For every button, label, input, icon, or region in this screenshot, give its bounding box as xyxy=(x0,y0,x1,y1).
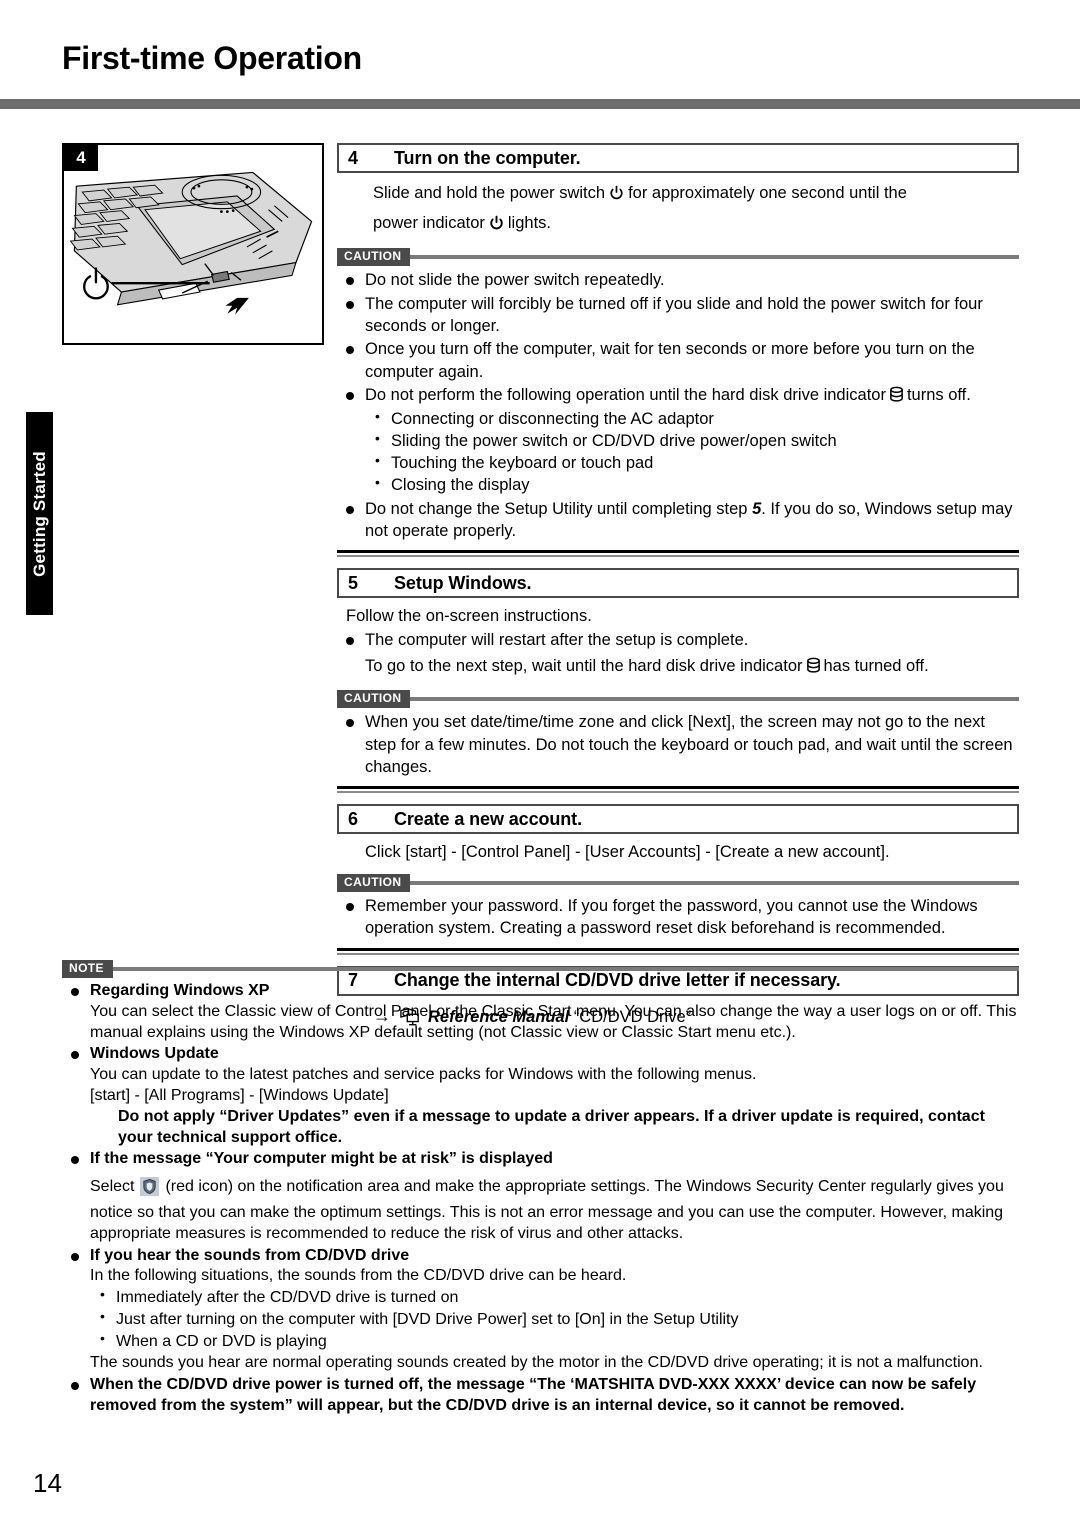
step-header-5: 5 Setup Windows. xyxy=(337,568,1019,599)
step4-intro-c: power indicator xyxy=(373,213,485,232)
header-divider xyxy=(0,99,1080,109)
step4-intro-a: Slide and hold the power switch xyxy=(373,184,606,202)
chapter-tab-getting-started: Getting Started xyxy=(26,412,53,615)
list-item-setup-utility: Do not change the Setup Utility until co… xyxy=(337,498,1019,543)
note-item-matshita-message: When the CD/DVD drive power is turned of… xyxy=(62,1375,1019,1417)
caution-label: CAUTION xyxy=(337,874,411,892)
laptop-power-switch-illustration xyxy=(69,171,313,315)
setup-util-step-ref: 5 xyxy=(752,499,762,518)
caution-rule xyxy=(337,255,1019,260)
list-item: Do not slide the power switch repeatedly… xyxy=(337,269,1019,291)
select-suffix: (red icon) on the notification area and … xyxy=(90,1178,1004,1242)
step6-caution-list: Remember your password. If you forget th… xyxy=(337,895,1019,940)
sub-list-item: Sliding the power switch or CD/DVD drive… xyxy=(365,429,1019,453)
step5-note: To go to the next step, wait until the h… xyxy=(337,655,1019,682)
note-paragraph: Select (red icon) on the notification are… xyxy=(90,1177,1019,1244)
step-header-6: 6 Create a new account. xyxy=(337,804,1019,835)
section-divider-step6 xyxy=(337,947,1019,955)
setup-util-a: Do not change the Setup Utility until co… xyxy=(365,499,748,518)
sub-list-item: Touching the keyboard or touch pad xyxy=(365,451,1019,475)
note-menu-path: [start] - [All Programs] - [Windows Upda… xyxy=(90,1086,389,1104)
page-title: First-time Operation xyxy=(62,40,362,76)
sub-list-item: Closing the display xyxy=(365,473,1019,497)
list-item: The computer will restart after the setu… xyxy=(337,629,1019,651)
note-heading: Regarding Windows XP xyxy=(90,982,270,999)
caution-bar-step6: CAUTION xyxy=(337,874,1019,892)
sub-list-item: Immediately after the CD/DVD drive is tu… xyxy=(90,1285,1019,1309)
step-number: 5 xyxy=(348,572,359,593)
step4-intro-d: lights. xyxy=(507,213,551,232)
caution-label: CAUTION xyxy=(337,690,411,709)
step-number: 6 xyxy=(348,808,359,829)
hard-disk-drive-indicator-icon xyxy=(889,386,904,409)
caution-label: CAUTION xyxy=(337,248,411,267)
step4-sub-list: Connecting or disconnecting the AC adapt… xyxy=(365,407,1019,497)
step4-intro-b: for approximately one second until the xyxy=(628,184,907,202)
security-shield-icon xyxy=(140,1177,160,1203)
figure-step4: 4 xyxy=(62,143,324,345)
step-title: Setup Windows. xyxy=(394,572,532,593)
sub-list-item: Connecting or disconnecting the AC adapt… xyxy=(365,407,1019,431)
step-header-4: 4 Turn on the computer. xyxy=(337,143,1019,173)
caution-bar-step4: CAUTION xyxy=(337,248,1019,267)
steps-column: 4 Turn on the computer. Slide and hold t… xyxy=(337,143,1019,1035)
note-paragraph: You can update to the latest patches and… xyxy=(90,1066,757,1084)
page-number: 14 xyxy=(33,1468,62,1498)
note-rule xyxy=(62,967,1019,971)
section-divider-step5 xyxy=(337,786,1019,794)
note-item-windows-xp: Regarding Windows XP You can select the … xyxy=(62,981,1019,1043)
list-item: When you set date/time/time zone and cli… xyxy=(337,711,1019,778)
note-paragraph: You can select the Classic view of Contr… xyxy=(90,1002,1017,1041)
hard-disk-drive-indicator-icon xyxy=(806,657,821,682)
note-paragraph: In the following situations, the sounds … xyxy=(90,1267,627,1285)
caution-bar-step5: CAUTION xyxy=(337,690,1019,709)
caution-rule xyxy=(337,881,1019,886)
note-sub-list: Immediately after the CD/DVD drive is tu… xyxy=(90,1285,1019,1353)
sub-list-item: Just after turning on the computer with … xyxy=(90,1307,1019,1331)
step5-note-a: To go to the next step, wait until the h… xyxy=(365,656,803,675)
step-title: Turn on the computer. xyxy=(394,147,581,168)
chapter-tab-label: Getting Started xyxy=(29,450,49,577)
section-divider-step4 xyxy=(337,550,1019,558)
note-bar: NOTE xyxy=(62,960,1019,978)
figure-step-badge: 4 xyxy=(64,145,98,171)
caution-rule xyxy=(337,697,1019,702)
note-list: Regarding Windows XP You can select the … xyxy=(62,981,1019,1417)
hdd-bullet-a: Do not perform the following operation u… xyxy=(365,385,886,404)
note-paragraph-closing: The sounds you hear are normal operating… xyxy=(90,1354,983,1372)
note-heading: If you hear the sounds from CD/DVD drive xyxy=(90,1246,410,1264)
note-label: NOTE xyxy=(62,960,113,978)
list-item: The computer will forcibly be turned off… xyxy=(337,293,1019,338)
note-body: Regarding Windows XP You can select the … xyxy=(62,981,1019,1417)
step4-intro: Slide and hold the power switch for appro… xyxy=(337,180,1019,239)
note-heading: Windows Update xyxy=(90,1045,219,1063)
step6-intro: Click [start] - [Control Panel] - [User … xyxy=(365,843,890,862)
select-prefix: Select xyxy=(90,1178,135,1196)
step4-caution-list: Do not slide the power switch repeatedly… xyxy=(337,269,1019,542)
list-item: Once you turn off the computer, wait for… xyxy=(337,338,1019,383)
step5-caution-list: When you set date/time/time zone and cli… xyxy=(337,711,1019,778)
power-switch-icon xyxy=(608,183,625,210)
sub-list-item: When a CD or DVD is playing xyxy=(90,1329,1019,1353)
power-indicator-icon xyxy=(488,213,505,240)
note-item-computer-at-risk: If the message “Your computer might be a… xyxy=(62,1149,1019,1244)
step-number: 4 xyxy=(348,147,359,168)
note-item-cddvd-sounds: If you hear the sounds from CD/DVD drive… xyxy=(62,1246,1019,1375)
list-item-hdd: Do not perform the following operation u… xyxy=(337,384,1019,497)
step5-list: The computer will restart after the setu… xyxy=(337,629,1019,651)
step5-intro: Follow the on-screen instructions. xyxy=(346,607,592,626)
note-bold-warning: Do not apply “Driver Updates” even if a … xyxy=(118,1107,985,1146)
list-item: Remember your password. If you forget th… xyxy=(337,895,1019,940)
note-heading: If the message “Your computer might be a… xyxy=(90,1150,553,1168)
step5-note-b: has turned off. xyxy=(823,656,929,675)
hdd-bullet-b: turns off. xyxy=(906,385,971,404)
note-item-windows-update: Windows Update You can update to the lat… xyxy=(62,1044,1019,1148)
step-title: Create a new account. xyxy=(394,808,582,829)
note-section: NOTE Regarding Windows XP You can select… xyxy=(62,960,1019,1418)
